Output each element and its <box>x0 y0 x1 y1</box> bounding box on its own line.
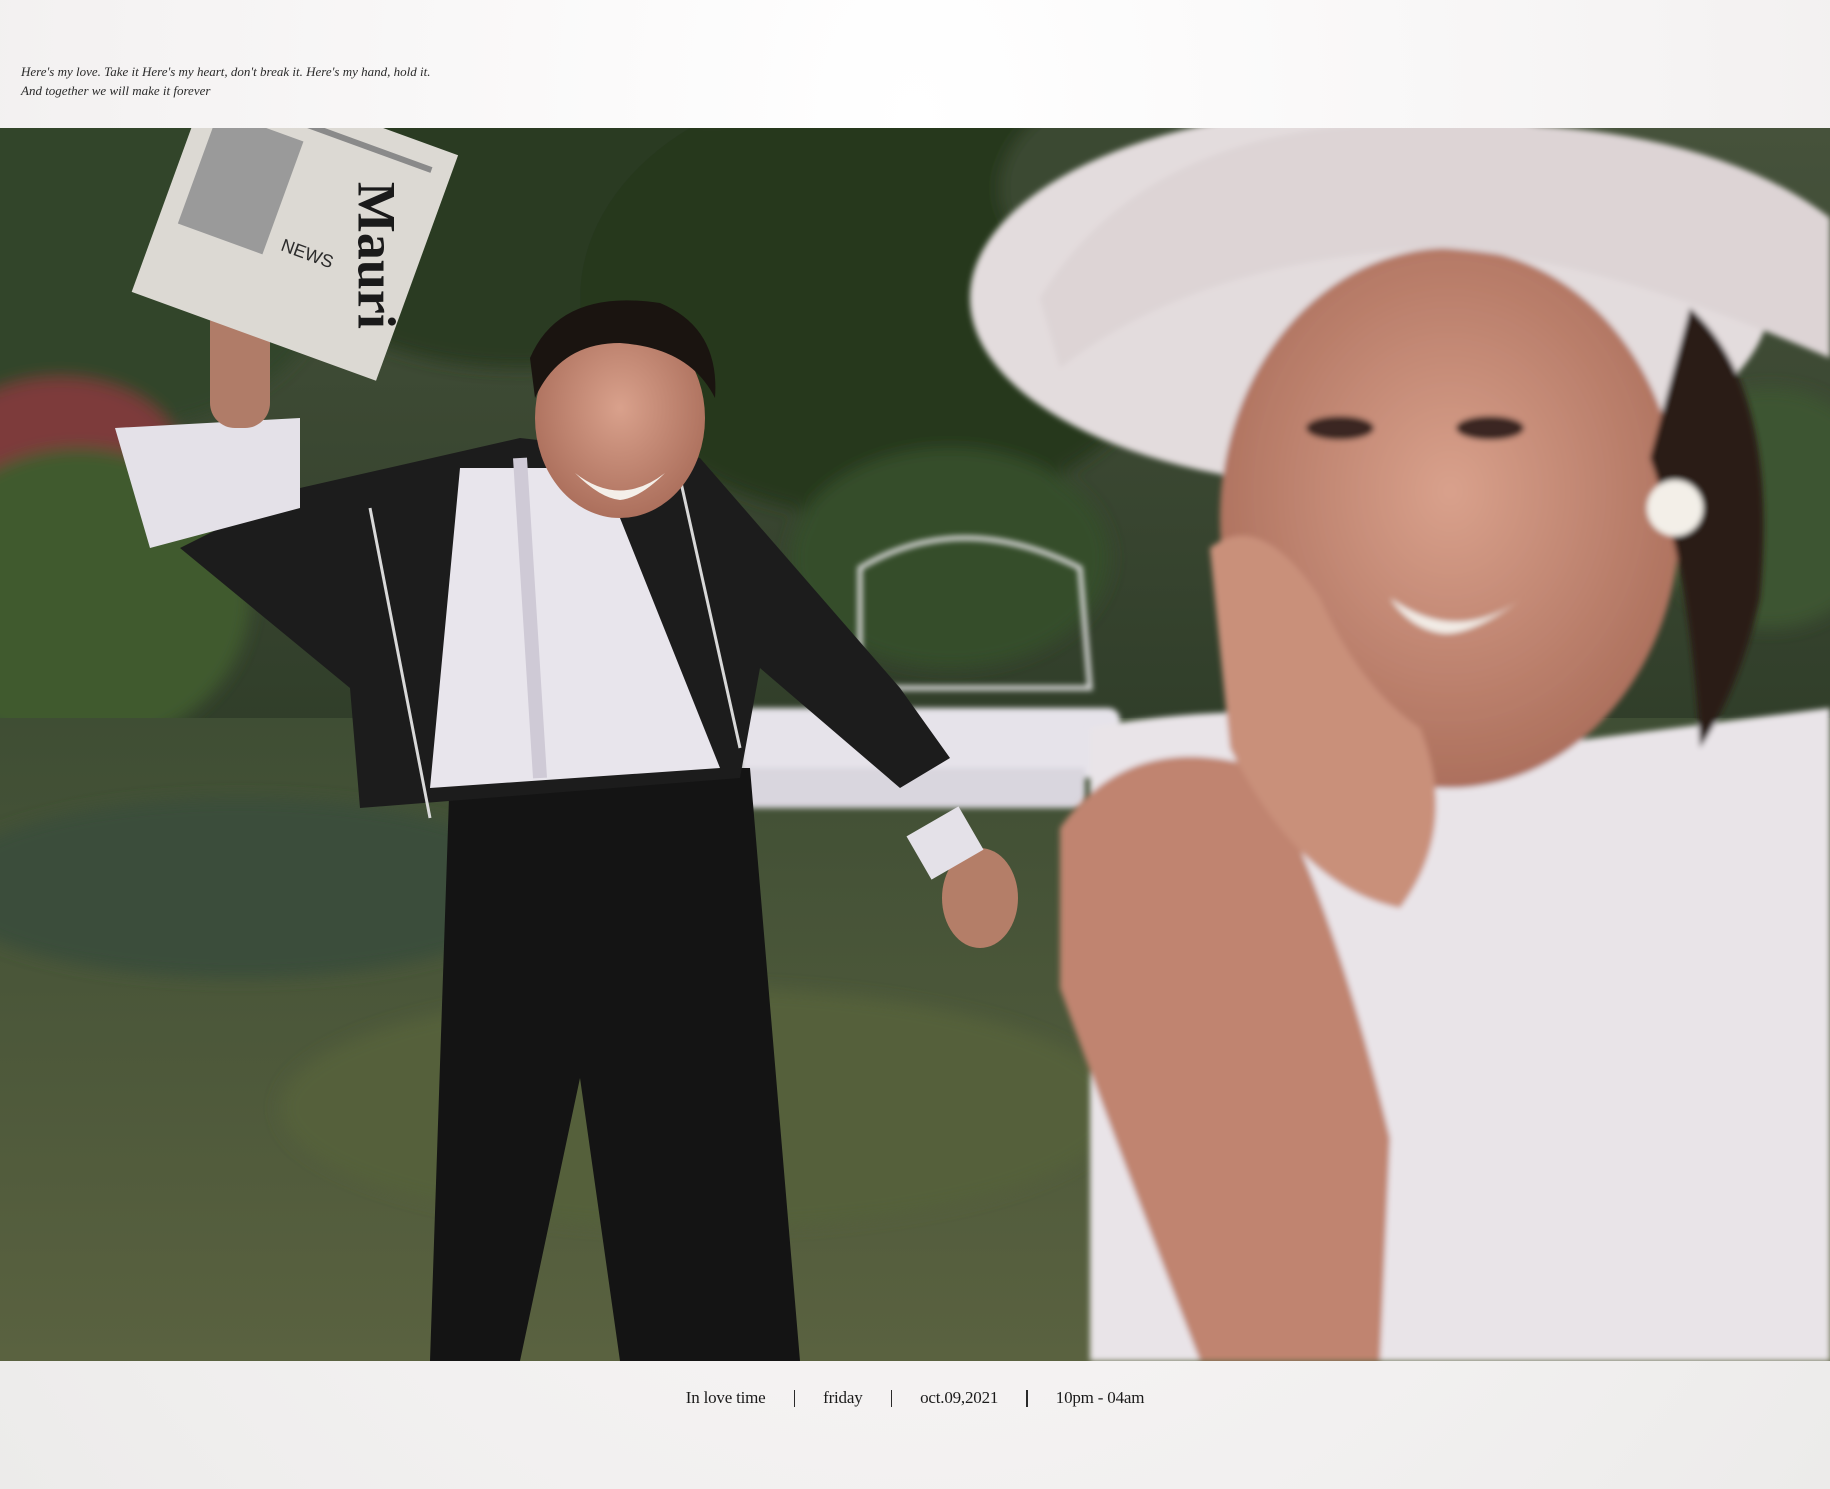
footer-date: oct.09,2021 <box>920 1388 999 1407</box>
footer-info: In love time friday oct.09,2021 10pm - 0… <box>0 1380 1830 1416</box>
footer-day: friday <box>823 1388 863 1407</box>
footer-time: 10pm - 04am <box>1055 1388 1145 1407</box>
footer-title: In love time <box>685 1388 766 1407</box>
quote-line-1: Here's my love. Take it Here's my heart,… <box>21 64 431 79</box>
couple-photo: Mauri NEWS <box>0 128 1830 1361</box>
divider <box>793 1389 796 1407</box>
photo-illustration: Mauri NEWS <box>0 128 1830 1361</box>
divider <box>890 1389 893 1407</box>
quote-line-2: And together we will make it forever <box>21 83 211 98</box>
woman-figure <box>970 128 1830 1361</box>
divider <box>1026 1389 1028 1407</box>
newspaper-title: Mauri <box>347 182 407 329</box>
photo-page: Here's my love. Take it Here's my heart,… <box>0 0 1830 1489</box>
quote-text: Here's my love. Take it Here's my heart,… <box>21 62 541 100</box>
